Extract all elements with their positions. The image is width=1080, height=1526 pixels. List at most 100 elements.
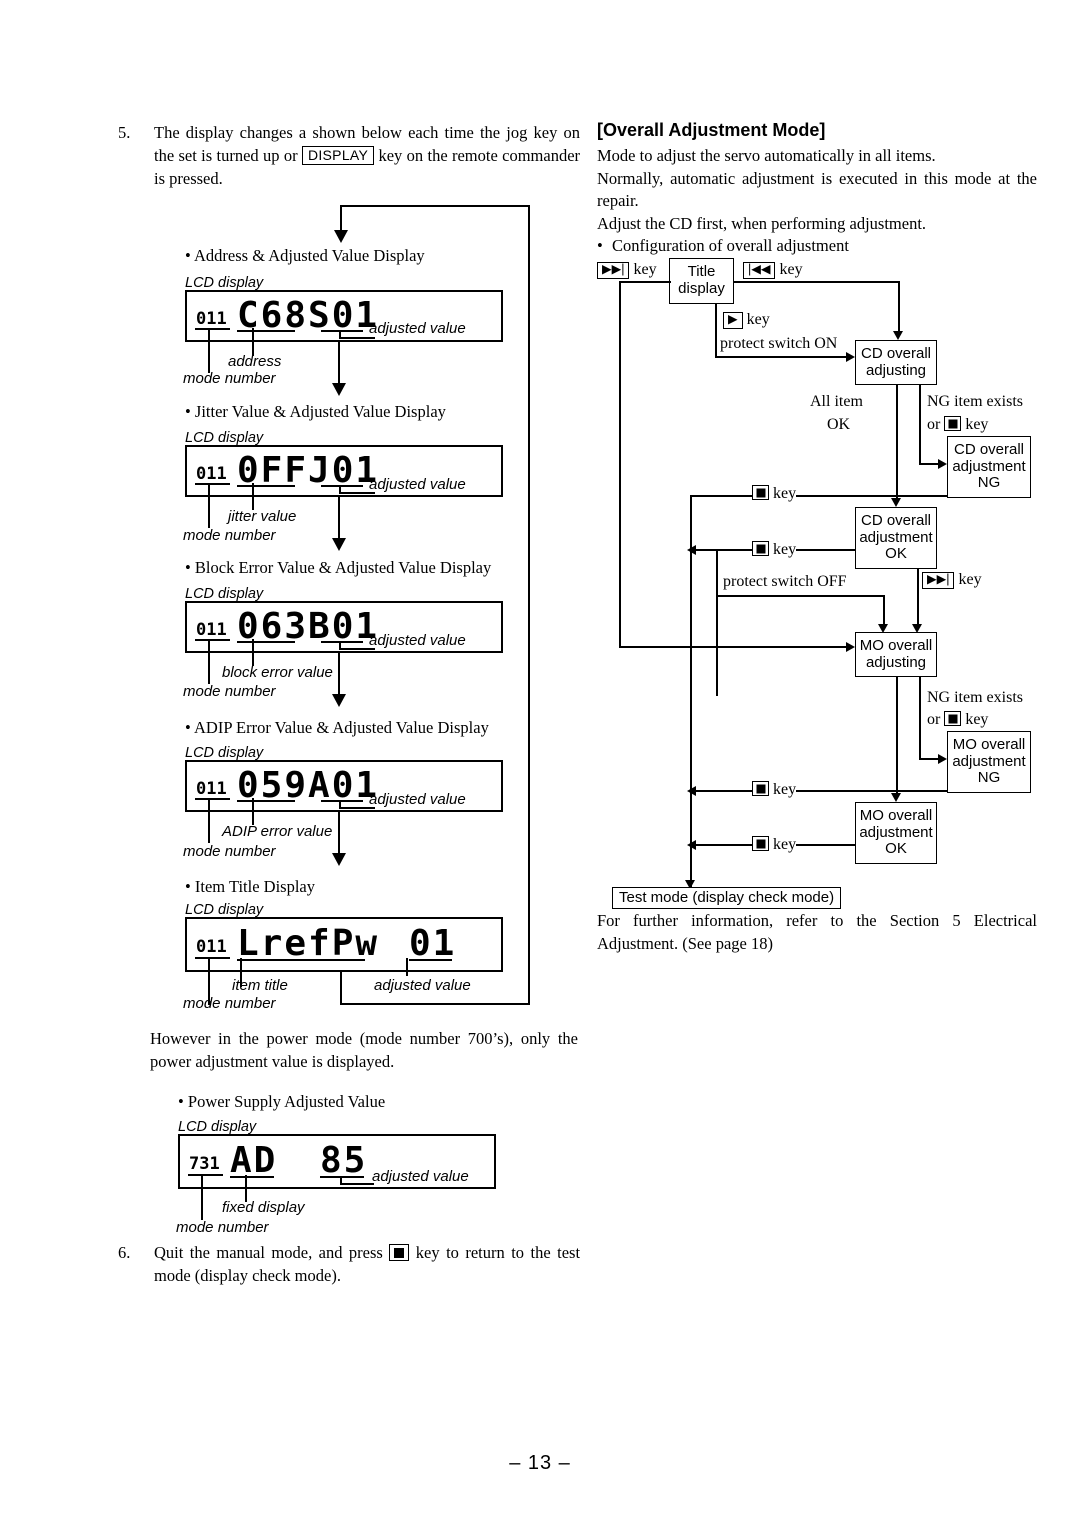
- display-5-leader-value: [406, 958, 408, 976]
- lcd-3-mode-underline: [195, 639, 230, 641]
- stop-key-icon-cd-ng[interactable]: [752, 485, 769, 500]
- display-2-leader-mode: [208, 483, 210, 528]
- display-2-flow-line: [338, 497, 340, 541]
- label-stop-key-mo-ok-text: key: [773, 836, 797, 853]
- display-5-bullet: • Item Title Display: [185, 877, 315, 896]
- lcd-6-mode-underline: [188, 1174, 223, 1176]
- flow-box-title-display[interactable]: Title display: [669, 258, 734, 304]
- arrow-all-item-ok: [891, 498, 901, 507]
- line-protect-off-horizontal: [716, 595, 884, 597]
- arrow-mo-ok-return: [687, 840, 696, 850]
- display-3-leader-mode: [208, 639, 210, 684]
- display-3-bullet: • Block Error Value & Adjusted Value Dis…: [185, 558, 492, 577]
- lcd-1-value-leader-h: [339, 337, 375, 339]
- lcd-3-value-underline: [321, 641, 363, 643]
- flow-box-cd-overall-adjusting[interactable]: CD overall adjusting: [855, 340, 937, 385]
- mo-ng-line2: adjustment: [952, 752, 1026, 770]
- lcd-5-item-title: LrefPw: [237, 923, 380, 964]
- display-4-flow-arrow: [332, 853, 346, 866]
- display-5-caption: LCD display: [185, 902, 264, 918]
- cd-adjusting-line1: CD overall: [860, 344, 932, 362]
- step-6-number: 6.: [118, 1243, 131, 1262]
- label-or-mo: or: [927, 711, 941, 728]
- line-cd-ng-return: [690, 495, 948, 497]
- next-key-icon-mo[interactable]: ▶▶|: [922, 572, 955, 589]
- mo-ng-line1: MO overall: [952, 735, 1026, 753]
- cd-ng-line2: adjustment: [952, 457, 1026, 475]
- display-5-anno-mid: item title: [232, 977, 288, 994]
- stop-key-icon-mo-ng[interactable]: [752, 781, 769, 796]
- right-column: [Overall Adjustment Mode] Mode to adjust…: [597, 120, 1037, 258]
- left-column: 5. The display changes a shown below eac…: [118, 122, 580, 190]
- label-all-item-ok: OK: [827, 415, 851, 435]
- line-all-item-ok: [896, 385, 898, 498]
- lcd-4-adip-underline: [237, 800, 295, 802]
- display-1-leader-mode: [208, 328, 210, 373]
- display-3-caption: LCD display: [185, 586, 264, 602]
- lcd-5-mode-number: 011: [196, 937, 227, 957]
- arrow-mo-ng-return: [687, 786, 696, 796]
- lcd-4-value-underline: [321, 800, 363, 802]
- flow-box-title-display-line2: display: [678, 280, 725, 297]
- label-protect-switch-off: protect switch OFF: [723, 572, 847, 592]
- mo-adjusting-line2: adjusting: [865, 653, 927, 671]
- display-4-bullet: • ADIP Error Value & Adjusted Value Disp…: [185, 718, 489, 737]
- label-ng-item-exists-cd: NG item exists: [927, 392, 1023, 412]
- arrow-prev-key-into-cd-adjusting: [893, 331, 903, 340]
- lcd-3-block-underline: [237, 641, 295, 643]
- label-key-cd: key: [965, 416, 989, 433]
- stop-key-icon-mo-ok[interactable]: [752, 836, 769, 851]
- lcd-2-mode-underline: [195, 483, 230, 485]
- loop-arrow-entry: [333, 230, 348, 243]
- label-stop-key-mo-ok: key: [752, 835, 797, 855]
- stop-key-icon-cd-ok[interactable]: [752, 541, 769, 556]
- label-key-mo: key: [965, 711, 989, 728]
- line-mo-ng-horizontal: [919, 758, 940, 760]
- lcd-5-title-underline: [237, 959, 365, 961]
- flow-box-title-display-line1: Title: [687, 263, 716, 281]
- play-key-icon[interactable]: ▶: [723, 312, 743, 329]
- power-anno-value: adjusted value: [372, 1168, 469, 1185]
- cd-ok-line3: OK: [885, 545, 907, 563]
- power-anno-mode: mode number: [176, 1219, 269, 1236]
- display-3-anno-mid: block error value: [222, 664, 333, 681]
- flow-box-test-mode[interactable]: Test mode (display check mode): [612, 887, 842, 909]
- flow-box-cd-adjustment-ng[interactable]: CD overall adjustment NG: [947, 436, 1031, 498]
- line-play-key-vertical: [715, 304, 717, 357]
- stop-key-icon-mo[interactable]: [944, 711, 962, 726]
- further-information-note: For further information, refer to the Se…: [597, 911, 1037, 953]
- label-protect-switch-on: protect switch ON: [720, 334, 838, 354]
- line-play-key-horizontal: [715, 356, 847, 358]
- line-mo-to-ok: [896, 677, 898, 793]
- stop-key-icon[interactable]: [389, 1244, 410, 1261]
- display-key-button[interactable]: DISPLAY: [301, 145, 375, 166]
- display-3-leader-block: [252, 639, 254, 666]
- label-next-key-mo-text: key: [958, 571, 982, 588]
- manual-page: 5. The display changes a shown below eac…: [0, 0, 1080, 1526]
- display-5-anno-mode: mode number: [183, 995, 276, 1012]
- next-key-icon[interactable]: ▶▶|: [597, 262, 630, 279]
- display-3-anno-value: adjusted value: [369, 632, 466, 649]
- line-outer-left-vertical: [619, 281, 621, 647]
- flow-box-mo-overall-adjusting[interactable]: MO overall adjusting: [855, 632, 937, 677]
- flow-box-cd-adjustment-ok[interactable]: CD overall adjustment OK: [855, 507, 937, 569]
- prev-key-icon[interactable]: |◀◀: [743, 262, 776, 279]
- display-5-anno-value: adjusted value: [374, 977, 471, 994]
- stop-key-icon-cd[interactable]: [944, 416, 962, 431]
- flow-box-mo-adjustment-ng[interactable]: MO overall adjustment NG: [947, 731, 1031, 793]
- lcd-6-fixed-display: AD: [230, 1140, 278, 1181]
- label-or-stop-key-mo: or key: [927, 710, 989, 730]
- display-4-leader-mode: [208, 798, 210, 843]
- line-prev-key-vertical: [898, 281, 900, 331]
- power-mode-note: However in the power mode (mode number 7…: [150, 1029, 578, 1071]
- display-1-flow-line: [338, 342, 340, 386]
- label-next-key-top-text: key: [633, 261, 657, 278]
- label-next-key-top: ▶▶| key: [597, 260, 657, 280]
- overall-adjustment-flowchart: Title display CD overall adjusting CD ov…: [597, 252, 1040, 909]
- line-mo-ng-vertical: [919, 677, 921, 759]
- mo-adjusting-line1: MO overall: [859, 636, 933, 654]
- flow-box-mo-adjustment-ok[interactable]: MO overall adjustment OK: [855, 802, 937, 864]
- loop-line-return: [340, 969, 342, 1004]
- lcd-1-value-underline: [321, 330, 363, 332]
- label-prev-key-text: key: [779, 261, 803, 278]
